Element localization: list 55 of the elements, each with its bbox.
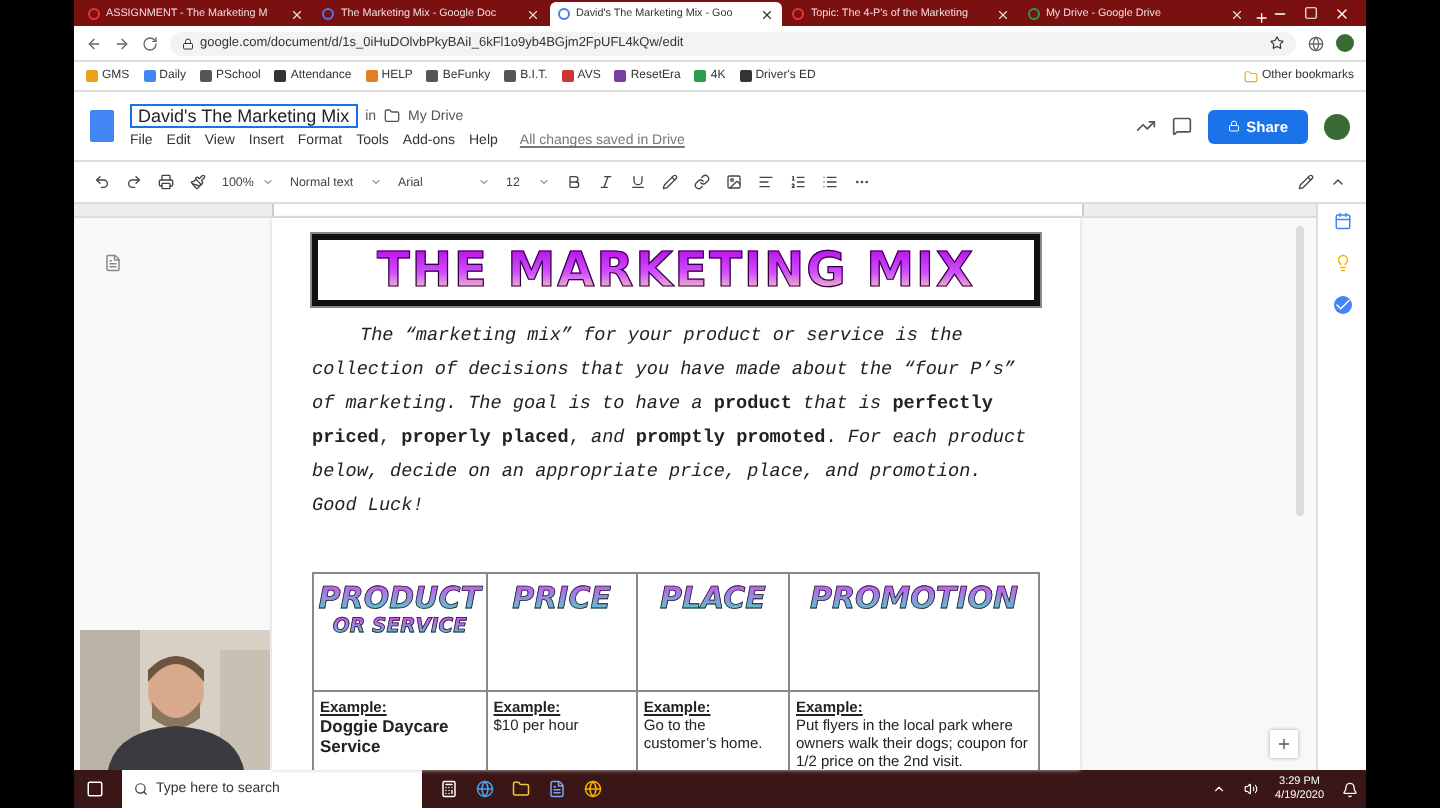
link-icon[interactable]: [694, 174, 710, 190]
close-icon[interactable]: [760, 7, 775, 21]
italic-icon[interactable]: [598, 174, 614, 190]
site-icon: [792, 8, 805, 20]
close-icon[interactable]: [1334, 5, 1351, 21]
site-icon: [557, 8, 570, 20]
comments-icon[interactable]: [1172, 116, 1193, 136]
back-icon[interactable]: [86, 35, 102, 51]
closing-text: Good Luck!: [312, 492, 426, 520]
undo-icon[interactable]: [94, 174, 110, 190]
avatar[interactable]: [1336, 34, 1354, 52]
highlight-icon[interactable]: [662, 174, 678, 190]
bold-icon[interactable]: [566, 174, 582, 190]
volume-icon[interactable]: [1243, 782, 1258, 796]
caret-icon[interactable]: [262, 176, 274, 188]
reload-icon[interactable]: [142, 35, 158, 51]
check-icon[interactable]: [1333, 296, 1351, 314]
underline-icon[interactable]: [630, 174, 646, 190]
avatar[interactable]: [1324, 113, 1350, 139]
activity-icon[interactable]: [1136, 116, 1157, 136]
new-tab-icon[interactable]: [1254, 10, 1271, 26]
site-icon: [322, 8, 335, 20]
caret-icon[interactable]: [370, 176, 382, 188]
image-icon[interactable]: [726, 174, 742, 190]
maximize-icon[interactable]: [1304, 5, 1319, 19]
numbered-list-icon[interactable]: [790, 174, 806, 190]
caret-icon[interactable]: [538, 176, 550, 188]
search-icon[interactable]: [134, 782, 148, 796]
notifications-icon[interactable]: [1342, 781, 1358, 797]
calculator-icon[interactable]: [440, 780, 458, 798]
editing-mode-icon[interactable]: [1298, 174, 1314, 190]
cell-text: Doggie Daycare Service: [320, 716, 451, 756]
bulleted-list-icon[interactable]: [822, 174, 838, 190]
plus-icon[interactable]: [1276, 736, 1292, 752]
intro-paragraph: The “marketing mix” for your product or service is the collection of decisions that you have made about the “four P’s” of marketing. The goal is to have a product that is perfectly priced, properly placed, and promptly promoted. For each product below, decide on an appropriate price, place, and promotion.: [312, 322, 1029, 486]
start-icon[interactable]: [86, 780, 104, 798]
document-title-field[interactable]: David's The Marketing Mix: [130, 104, 358, 128]
site-icon: [1027, 8, 1040, 20]
lock-icon[interactable]: [182, 37, 194, 49]
folder-icon[interactable]: [384, 108, 401, 124]
print-icon[interactable]: [158, 174, 174, 190]
outline-icon[interactable]: [104, 254, 122, 272]
paint-format-icon[interactable]: [190, 174, 206, 190]
redo-icon[interactable]: [126, 174, 142, 190]
collapse-icon[interactable]: [1330, 174, 1346, 190]
site-icon: [88, 8, 100, 20]
star-icon[interactable]: [1270, 36, 1284, 50]
document-icon[interactable]: [548, 780, 566, 798]
align-icon[interactable]: [758, 174, 774, 190]
calendar-icon[interactable]: [1333, 212, 1351, 230]
add-comment-button[interactable]: [1270, 730, 1298, 758]
tray-icon[interactable]: [1211, 782, 1226, 796]
forward-icon[interactable]: [114, 35, 130, 51]
caret-icon[interactable]: [478, 176, 490, 188]
browser-icon[interactable]: [476, 780, 494, 798]
